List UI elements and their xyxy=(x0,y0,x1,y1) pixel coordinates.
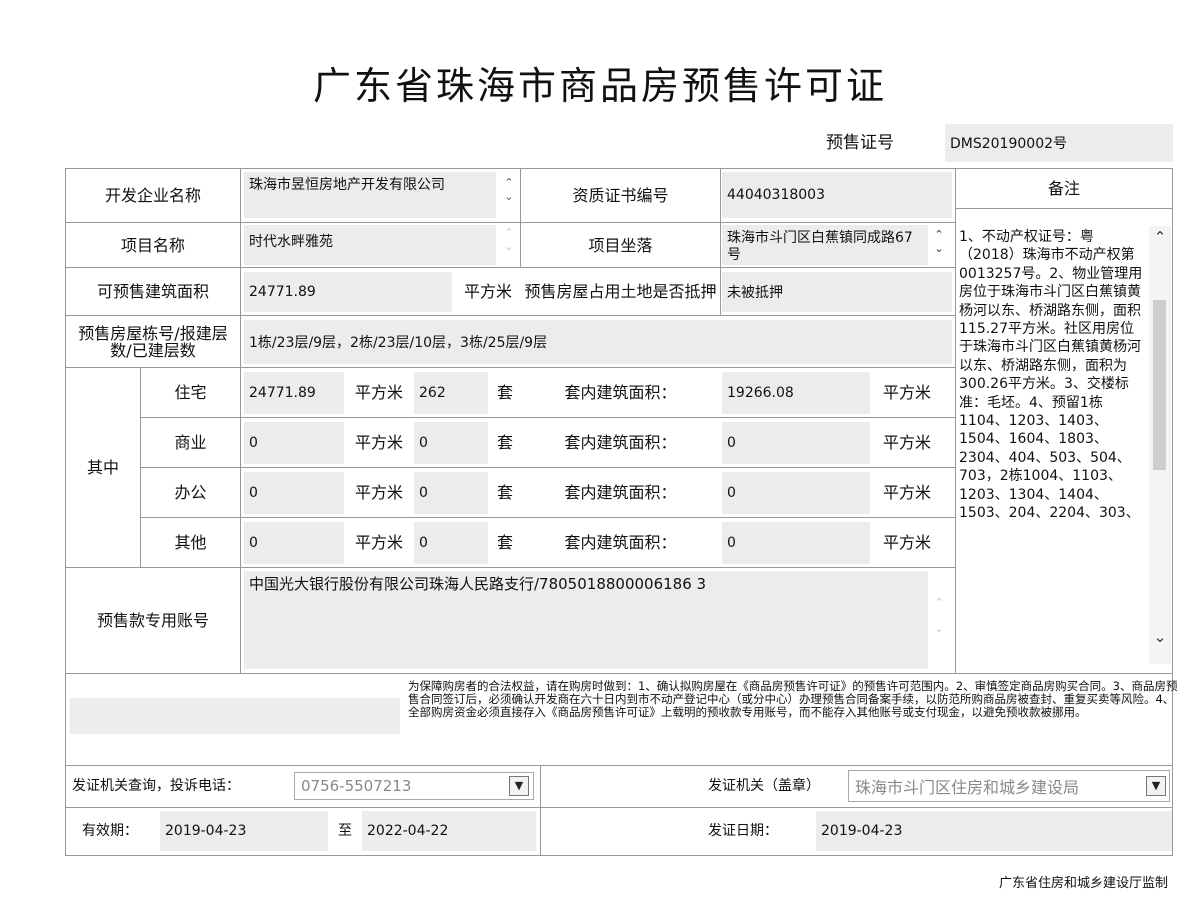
building-label: 预售房屋栋号/报建层数/已建层数 xyxy=(78,323,228,360)
issuer-select[interactable]: 珠海市斗门区住房和城乡建设局 xyxy=(848,770,1170,802)
area-field[interactable]: 24771.89 xyxy=(244,272,452,312)
row-inner-field[interactable]: 0 xyxy=(722,422,870,464)
qual-field[interactable]: 44040318003 xyxy=(722,172,952,218)
row-inner-unit: 平方米 xyxy=(882,383,931,402)
presale-no-label: 预售证号 xyxy=(826,132,894,153)
area-unit: 平方米 xyxy=(463,282,512,301)
presale-no-field[interactable]: DMS20190002号 xyxy=(945,124,1173,162)
account-field[interactable]: 中国光大银行股份有限公司珠海人民路支行/7805018800006186 3 xyxy=(244,571,928,669)
developer-field[interactable]: 珠海市昱恒房地产开发有限公司 xyxy=(244,172,496,218)
row-area-field[interactable]: 24771.89 xyxy=(244,372,344,414)
row-count-unit: 套 xyxy=(496,383,513,402)
among-label: 其中 xyxy=(86,458,119,477)
account-spinner[interactable]: ⌃ ⌄ xyxy=(929,590,949,642)
row-type-label: 其他 xyxy=(174,533,207,552)
phone-label: 发证机关查询，投诉电话： xyxy=(72,778,240,794)
issue-date-field[interactable]: 2019-04-23 xyxy=(816,811,1172,851)
row-inner-label: 套内建筑面积： xyxy=(564,383,677,402)
row-type-label: 商业 xyxy=(174,433,207,452)
project-name-field[interactable]: 时代水畔雅苑 xyxy=(244,225,496,265)
row-inner-label: 套内建筑面积： xyxy=(564,533,677,552)
row-count-field[interactable]: 0 xyxy=(414,522,488,564)
row-area-field[interactable]: 0 xyxy=(244,522,344,564)
issuer-dropdown-icon[interactable]: ▼ xyxy=(1146,776,1166,796)
notice-text: 为保障购房者的合法权益，请在购房时做到：1、确认拟购房屋在《商品房预售许可证》的… xyxy=(408,679,1178,719)
remarks-scroll-thumb[interactable] xyxy=(1153,300,1166,470)
scroll-down-icon[interactable]: ⌄ xyxy=(1149,628,1171,646)
mortgage-label: 预售房屋占用土地是否抵押 xyxy=(524,282,717,301)
row-inner-field[interactable]: 19266.08 xyxy=(722,372,870,414)
row-count-field[interactable]: 262 xyxy=(414,372,488,414)
row-area-unit: 平方米 xyxy=(354,383,403,402)
row-area-unit: 平方米 xyxy=(354,533,403,552)
valid-to-label: 至 xyxy=(338,823,352,839)
row-inner-field[interactable]: 0 xyxy=(722,472,870,514)
phone-dropdown-icon[interactable]: ▼ xyxy=(509,776,529,796)
row-area-field[interactable]: 0 xyxy=(244,422,344,464)
row-inner-label: 套内建筑面积： xyxy=(564,483,677,502)
row-inner-field[interactable]: 0 xyxy=(722,522,870,564)
row-area-unit: 平方米 xyxy=(354,433,403,452)
phone-select[interactable]: 0756-5507213 xyxy=(294,772,534,800)
row-count-field[interactable]: 0 xyxy=(414,422,488,464)
building-field[interactable]: 1栋/23层/9层，2栋/23层/10层，3栋/25层/9层 xyxy=(244,320,952,364)
location-spinner[interactable]: ⌃ ⌄ xyxy=(929,228,949,256)
qual-label: 资质证书编号 xyxy=(572,186,669,205)
area-label: 可预售建筑面积 xyxy=(96,282,209,301)
remarks-text[interactable]: 1、不动产权证号：粤（2018）珠海市不动产权第0013257号。2、物业管理用… xyxy=(957,226,1149,666)
scroll-up-icon[interactable]: ⌃ xyxy=(1149,228,1171,246)
notice-blank-field xyxy=(70,698,400,734)
valid-from-field[interactable]: 2019-04-23 xyxy=(160,811,328,851)
row-count-unit: 套 xyxy=(496,533,513,552)
mortgage-field[interactable]: 未被抵押 xyxy=(722,272,952,312)
issuer-label: 发证机关（盖章） xyxy=(708,778,820,794)
page-title: 广东省珠海市商品房预售许可证 xyxy=(312,64,887,108)
project-name-label: 项目名称 xyxy=(120,235,185,255)
account-label: 预售款专用账号 xyxy=(96,611,209,630)
row-type-label: 办公 xyxy=(174,483,207,502)
remark-header: 备注 xyxy=(1047,179,1080,198)
valid-to-field[interactable]: 2022-04-22 xyxy=(362,811,536,851)
row-area-unit: 平方米 xyxy=(354,483,403,502)
row-count-unit: 套 xyxy=(496,433,513,452)
row-count-unit: 套 xyxy=(496,483,513,502)
row-area-field[interactable]: 0 xyxy=(244,472,344,514)
row-inner-label: 套内建筑面积： xyxy=(564,433,677,452)
location-label: 项目坐落 xyxy=(588,235,653,255)
developer-label: 开发企业名称 xyxy=(104,186,201,205)
project-name-spinner[interactable]: ⌃ ⌄ xyxy=(499,226,519,254)
issue-date-label: 发证日期： xyxy=(708,823,778,839)
location-field[interactable]: 珠海市斗门区白蕉镇同成路67号 xyxy=(722,225,928,265)
footer-text: 广东省住房和城乡建设厅监制 xyxy=(998,876,1168,891)
valid-label: 有效期： xyxy=(82,823,138,839)
row-inner-unit: 平方米 xyxy=(882,433,931,452)
row-inner-unit: 平方米 xyxy=(882,533,931,552)
row-inner-unit: 平方米 xyxy=(882,483,931,502)
developer-spinner[interactable]: ⌃ ⌄ xyxy=(499,176,519,204)
row-count-field[interactable]: 0 xyxy=(414,472,488,514)
row-type-label: 住宅 xyxy=(174,383,207,402)
